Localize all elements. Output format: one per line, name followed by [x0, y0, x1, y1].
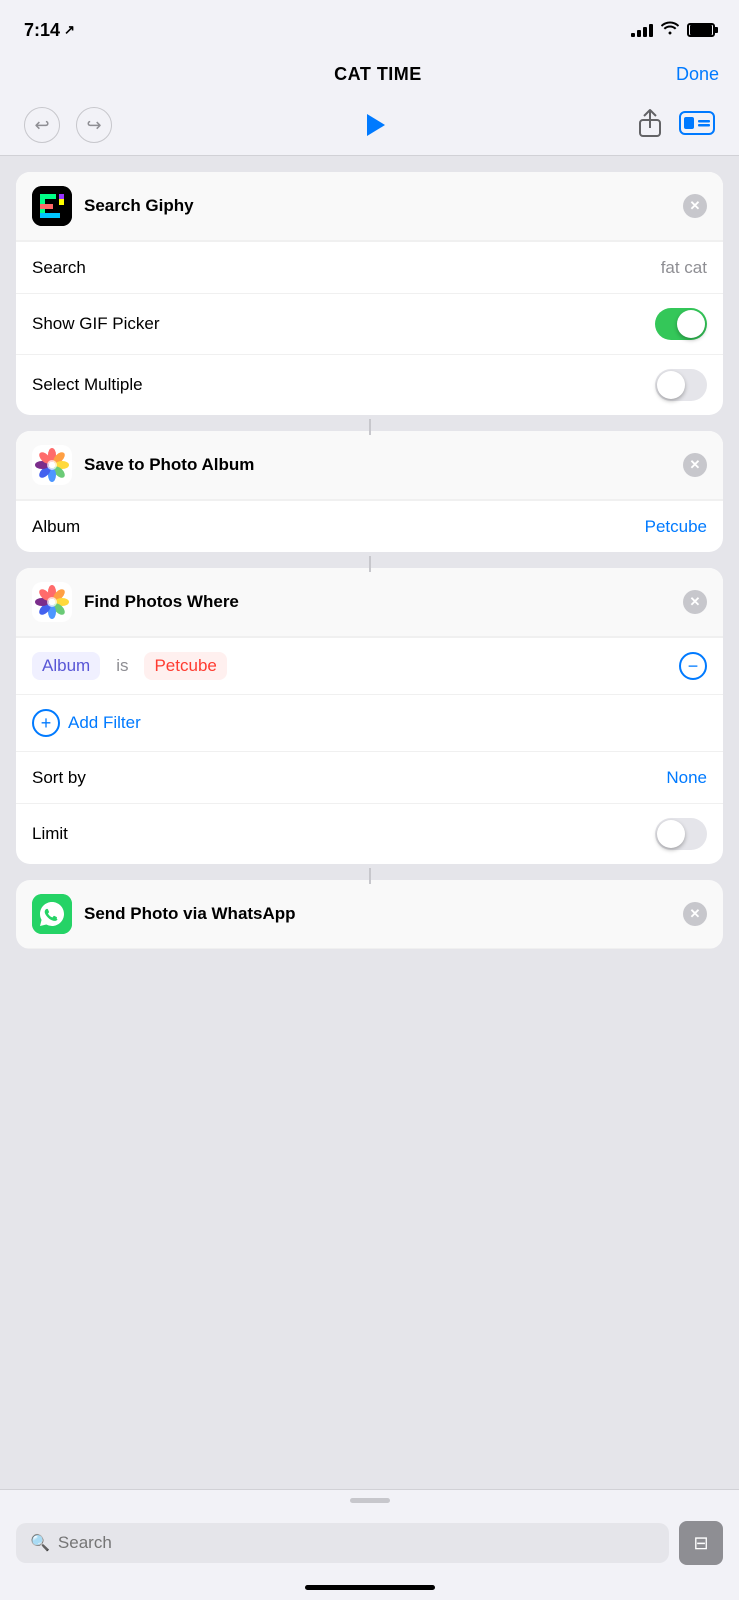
- limit-label: Limit: [32, 824, 68, 844]
- share-icon: [637, 108, 663, 138]
- filter-value-tag[interactable]: Petcube: [144, 652, 226, 680]
- save-photo-close-button[interactable]: ✕: [683, 453, 707, 477]
- toggle-view-icon: [679, 111, 715, 135]
- connector-3: [16, 868, 723, 884]
- play-icon: [367, 114, 385, 136]
- undo-button[interactable]: ↩: [24, 107, 60, 143]
- select-multiple-row: Select Multiple: [16, 354, 723, 415]
- add-filter-icon: +: [32, 709, 60, 737]
- bottom-handle-bar: [350, 1498, 390, 1503]
- album-row: Album Petcube: [16, 500, 723, 552]
- show-gif-picker-toggle[interactable]: [655, 308, 707, 340]
- search-bar-row: 🔍 ⊟: [0, 1513, 739, 1577]
- search-giphy-card: Search Giphy ✕ Search fat cat Show GIF P…: [16, 172, 723, 415]
- toolbar-right: [637, 108, 715, 143]
- bottom-sheet: 🔍 ⊟: [0, 1489, 739, 1600]
- connector-2: [16, 556, 723, 572]
- send-whatsapp-header: Send Photo via WhatsApp ✕: [16, 880, 723, 949]
- photos-icon: [32, 445, 72, 485]
- filter-field-tag[interactable]: Album: [32, 652, 100, 680]
- save-to-photo-album-card: Save to Photo Album ✕ Album Petcube: [16, 431, 723, 552]
- save-photo-header: Save to Photo Album ✕: [16, 431, 723, 500]
- find-photos-header: Find Photos Where ✕: [16, 568, 723, 637]
- page-title: CAT TIME: [334, 64, 422, 85]
- send-whatsapp-card: Send Photo via WhatsApp ✕: [16, 880, 723, 949]
- giphy-icon: [32, 186, 72, 226]
- sort-by-row: Sort by None: [16, 751, 723, 803]
- search-field[interactable]: 🔍: [16, 1523, 669, 1563]
- wifi-icon: [661, 21, 679, 40]
- toolbar-center: [364, 114, 385, 136]
- time-display: 7:14: [24, 20, 60, 41]
- sort-by-label: Sort by: [32, 768, 86, 788]
- find-photos-icon: [32, 582, 72, 622]
- signal-bars-icon: [631, 23, 653, 37]
- send-whatsapp-title: Send Photo via WhatsApp: [84, 904, 296, 924]
- find-photos-close-button[interactable]: ✕: [683, 590, 707, 614]
- status-time: 7:14 ↗: [24, 20, 75, 41]
- show-gif-picker-row: Show GIF Picker: [16, 293, 723, 354]
- remove-filter-button[interactable]: −: [679, 652, 707, 680]
- search-giphy-title: Search Giphy: [84, 196, 194, 216]
- keyboard-button[interactable]: ⊟: [679, 1521, 723, 1565]
- status-bar: 7:14 ↗: [0, 0, 739, 54]
- find-photos-title: Find Photos Where: [84, 592, 239, 612]
- share-button[interactable]: [637, 108, 663, 143]
- redo-button[interactable]: ↪: [76, 107, 112, 143]
- play-button[interactable]: [364, 114, 385, 136]
- add-filter-label: Add Filter: [68, 713, 141, 733]
- nav-bar: CAT TIME Done: [0, 54, 739, 95]
- done-button[interactable]: Done: [676, 64, 719, 85]
- home-indicator: [0, 1577, 739, 1600]
- keyboard-icon: ⊟: [693, 1533, 708, 1554]
- save-photo-title: Save to Photo Album: [84, 455, 254, 475]
- album-label: Album: [32, 517, 80, 537]
- toolbar-left: ↩ ↪: [24, 107, 112, 143]
- search-icon: 🔍: [30, 1533, 50, 1553]
- status-icons: [631, 21, 715, 40]
- search-giphy-close-button[interactable]: ✕: [683, 194, 707, 218]
- bottom-handle: [0, 1498, 739, 1503]
- send-whatsapp-close-button[interactable]: ✕: [683, 902, 707, 926]
- undo-icon: ↩: [34, 115, 49, 136]
- filter-tags: Album is Petcube: [32, 652, 227, 680]
- search-label: Search: [32, 258, 86, 278]
- location-icon: ↗: [64, 22, 75, 38]
- select-multiple-label: Select Multiple: [32, 375, 143, 395]
- find-photos-where-card: Find Photos Where ✕ Album is Petcube − +…: [16, 568, 723, 864]
- limit-row: Limit: [16, 803, 723, 864]
- filter-op-tag: is: [106, 652, 138, 680]
- toolbar: ↩ ↪: [0, 95, 739, 156]
- main-content: Search Giphy ✕ Search fat cat Show GIF P…: [0, 156, 739, 1093]
- search-input[interactable]: [58, 1533, 655, 1553]
- battery-icon: [687, 23, 715, 37]
- search-row: Search fat cat: [16, 241, 723, 293]
- filter-row: Album is Petcube −: [16, 637, 723, 694]
- album-value[interactable]: Petcube: [645, 517, 707, 537]
- select-multiple-toggle[interactable]: [655, 369, 707, 401]
- redo-icon: ↪: [86, 115, 101, 136]
- show-gif-picker-label: Show GIF Picker: [32, 314, 160, 334]
- connector-1: [16, 419, 723, 435]
- home-bar: [305, 1585, 435, 1590]
- toggle-view-button[interactable]: [679, 111, 715, 140]
- add-filter-row[interactable]: + Add Filter: [16, 694, 723, 751]
- search-value[interactable]: fat cat: [661, 258, 707, 278]
- search-giphy-header: Search Giphy ✕: [16, 172, 723, 241]
- spacer: [16, 957, 723, 1077]
- limit-toggle[interactable]: [655, 818, 707, 850]
- sort-by-value[interactable]: None: [666, 768, 707, 788]
- whatsapp-icon: [32, 894, 72, 934]
